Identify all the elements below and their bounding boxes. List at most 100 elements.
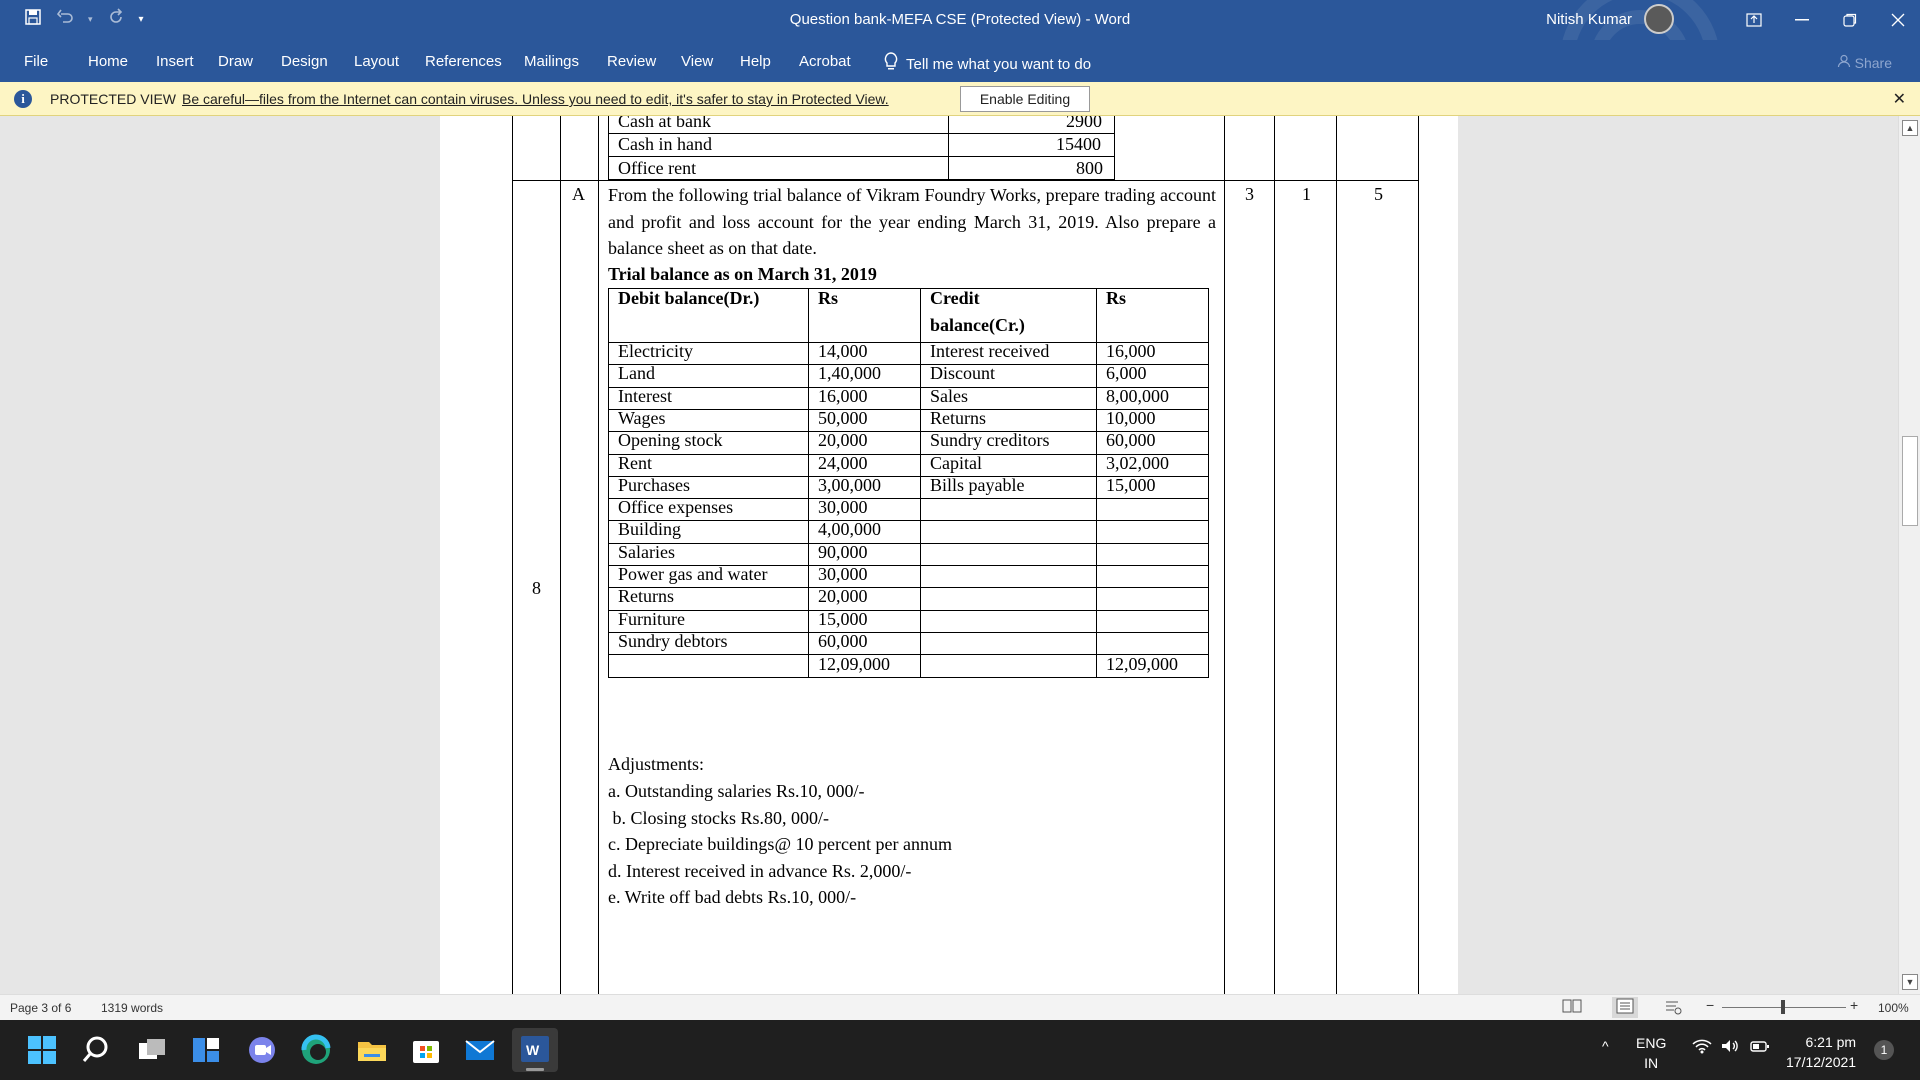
total-debit: 12,09,000 xyxy=(818,654,890,675)
scroll-thumb[interactable] xyxy=(1902,436,1918,526)
table-cell: Capital xyxy=(930,452,982,473)
question-text: From the following trial balance of Vikr… xyxy=(608,185,1216,258)
lightbulb-icon xyxy=(884,52,898,76)
trial-balance-title: Trial balance as on March 31, 2019 xyxy=(608,264,877,284)
tab-home[interactable]: Home xyxy=(88,53,128,70)
web-layout-icon[interactable] xyxy=(1664,999,1682,1018)
table-cell: 50,000 xyxy=(818,407,868,428)
zoom-slider-thumb[interactable] xyxy=(1781,1000,1785,1014)
battery-icon[interactable] xyxy=(1750,1038,1770,1057)
trial-balance-border xyxy=(608,542,1209,544)
table-cell: 3,02,000 xyxy=(1106,452,1169,473)
restore-icon[interactable] xyxy=(1830,4,1870,36)
adjustment-item: b. Closing stocks Rs.80, 000/- xyxy=(608,807,830,828)
protected-view-message-link[interactable]: Be careful—files from the Internet can c… xyxy=(182,91,889,107)
trial-balance-border xyxy=(808,288,809,677)
close-icon[interactable] xyxy=(1878,4,1918,36)
tab-view[interactable]: View xyxy=(681,53,713,70)
table-border xyxy=(1224,116,1225,994)
top-row-amount: 15400 xyxy=(1056,134,1101,154)
ribbon-tabs: File Home Insert Draw Design Layout Refe… xyxy=(0,40,1920,82)
protected-view-bar: i PROTECTED VIEW Be careful—files from t… xyxy=(0,82,1920,116)
vertical-scrollbar[interactable]: ▲ ▼ xyxy=(1898,116,1920,994)
question-col1: 3 xyxy=(1245,184,1254,204)
print-layout-icon[interactable] xyxy=(1612,997,1638,1018)
tab-file[interactable]: File xyxy=(24,53,48,70)
tell-me-label: Tell me what you want to do xyxy=(906,55,1092,73)
search-icon[interactable] xyxy=(80,1034,112,1066)
edge-browser-icon[interactable] xyxy=(300,1034,332,1066)
word-count[interactable]: 1319 words xyxy=(101,1001,163,1015)
share-button[interactable]: Share xyxy=(1837,54,1892,71)
table-cell: 16,000 xyxy=(1106,341,1156,361)
teams-chat-icon[interactable] xyxy=(246,1034,278,1066)
chevron-up-icon[interactable]: ^ xyxy=(1602,1038,1609,1054)
top-row-amount: 800 xyxy=(1076,158,1103,178)
document-page[interactable]: Cash at bank 2900 Cash in hand 15400 Off… xyxy=(440,116,1458,994)
table-border xyxy=(512,116,513,994)
document-canvas[interactable]: Cash at bank 2900 Cash in hand 15400 Off… xyxy=(0,116,1898,994)
table-cell: 24,000 xyxy=(818,452,868,473)
clock[interactable]: 6:21 pm 17/12/2021 xyxy=(1786,1032,1856,1072)
avatar[interactable] xyxy=(1644,4,1674,34)
trial-balance-border xyxy=(608,609,1209,611)
top-row-item: Cash at bank xyxy=(618,116,711,131)
page-count[interactable]: Page 3 of 6 xyxy=(10,1001,71,1015)
tab-review[interactable]: Review xyxy=(607,53,656,70)
question-col2: 1 xyxy=(1302,184,1311,204)
volume-icon[interactable] xyxy=(1720,1038,1740,1057)
table-cell: 15,000 xyxy=(1106,474,1156,495)
table-border xyxy=(1336,116,1337,994)
word-app-icon[interactable]: W xyxy=(512,1028,558,1072)
tell-me-search[interactable]: Tell me what you want to do xyxy=(884,52,1091,76)
tab-design[interactable]: Design xyxy=(281,53,328,70)
wifi-icon[interactable] xyxy=(1692,1038,1712,1057)
tab-references[interactable]: References xyxy=(425,53,502,70)
scroll-up-icon[interactable]: ▲ xyxy=(1902,120,1918,136)
notification-badge[interactable]: 1 xyxy=(1874,1040,1894,1060)
scroll-down-icon[interactable]: ▼ xyxy=(1902,974,1918,990)
file-explorer-icon[interactable] xyxy=(356,1034,388,1066)
table-cell: 60,000 xyxy=(1106,430,1156,451)
user-name[interactable]: Nitish Kumar xyxy=(1546,11,1632,28)
status-bar: Page 3 of 6 1319 words − + 100% xyxy=(0,994,1920,1020)
table-cell: Opening stock xyxy=(618,430,723,451)
table-cell: 10,000 xyxy=(1106,407,1156,428)
table-border xyxy=(608,156,1115,157)
adjustment-item: d. Interest received in advance Rs. 2,00… xyxy=(608,860,912,881)
tab-layout[interactable]: Layout xyxy=(354,53,399,70)
language-line1: ENG xyxy=(1636,1035,1667,1051)
tab-help[interactable]: Help xyxy=(740,53,771,70)
tab-draw[interactable]: Draw xyxy=(218,53,253,70)
table-border xyxy=(1274,116,1275,994)
table-cell: Land xyxy=(618,363,655,384)
header-credit: balance(Cr.) xyxy=(930,315,1025,335)
enable-editing-button[interactable]: Enable Editing xyxy=(960,86,1090,112)
table-cell: Returns xyxy=(930,407,986,428)
zoom-in-icon[interactable]: + xyxy=(1850,997,1858,1013)
table-cell: Returns xyxy=(618,586,674,607)
language-indicator[interactable]: ENG IN xyxy=(1636,1033,1666,1073)
zoom-level[interactable]: 100% xyxy=(1878,1001,1909,1015)
close-bar-icon[interactable]: ✕ xyxy=(1893,89,1906,109)
read-mode-icon[interactable] xyxy=(1562,999,1582,1016)
document-title: Question bank-MEFA CSE (Protected View) … xyxy=(789,11,1131,28)
tab-insert[interactable]: Insert xyxy=(156,53,194,70)
table-border xyxy=(1114,116,1115,180)
tab-acrobat[interactable]: Acrobat xyxy=(799,53,851,70)
ribbon-display-options-icon[interactable] xyxy=(1734,4,1774,36)
table-cell: 30,000 xyxy=(818,564,868,584)
task-view-icon[interactable] xyxy=(136,1034,168,1066)
microsoft-store-icon[interactable] xyxy=(410,1034,442,1066)
table-cell: Sales xyxy=(930,385,968,406)
table-cell: Building xyxy=(618,519,682,540)
widgets-icon[interactable] xyxy=(190,1034,222,1066)
trial-balance-border xyxy=(608,288,609,677)
zoom-out-icon[interactable]: − xyxy=(1706,997,1714,1013)
table-border xyxy=(598,116,599,994)
windows-start-icon[interactable] xyxy=(26,1034,58,1066)
minimize-icon[interactable] xyxy=(1782,4,1822,36)
trial-balance-border xyxy=(608,587,1209,589)
tab-mailings[interactable]: Mailings xyxy=(524,53,579,70)
mail-icon[interactable] xyxy=(464,1034,496,1066)
